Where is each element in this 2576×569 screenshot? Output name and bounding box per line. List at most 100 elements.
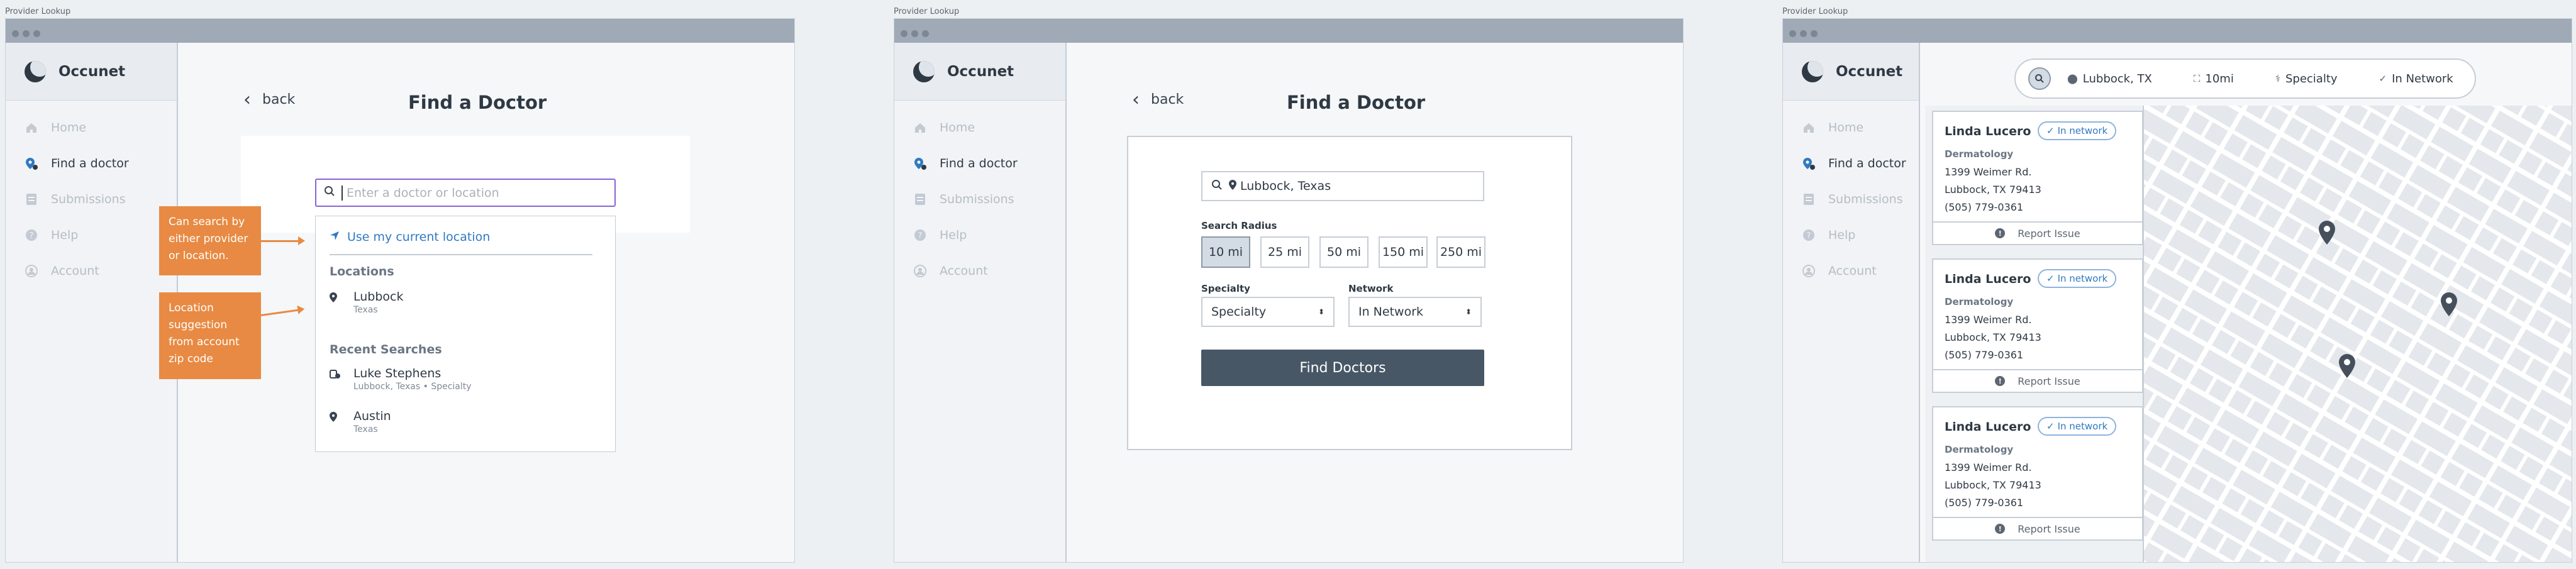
brand[interactable]: Occunet	[894, 43, 1065, 101]
use-current-location-link[interactable]: Use my current location	[330, 230, 490, 244]
annotation-note-location: Location suggestion from account zip cod…	[159, 292, 261, 379]
window-controls[interactable]	[901, 28, 933, 40]
sidebar-item-label: Account	[1828, 263, 1877, 278]
radius-option-10[interactable]: 10 mi	[1201, 236, 1250, 268]
sidebar-item-submissions[interactable]: Submissions	[6, 181, 177, 217]
filter-bar: ⬤ Lubbock, TX ⛶ 10mi ⚕ Specialty ✓ In Networ…	[2014, 58, 2476, 99]
provider-phone: (505) 779-0361	[1945, 349, 2024, 361]
brand[interactable]: Occunet	[1783, 43, 1919, 101]
sidebar-item-home[interactable]: Home	[6, 109, 177, 145]
provider-card[interactable]: Linda Lucero ✓ In network Dermatology 139…	[1932, 406, 2143, 541]
sidebar-item-submissions[interactable]: Submissions	[1783, 181, 1919, 217]
find-doctors-button[interactable]: Find Doctors	[1201, 350, 1484, 386]
sidebar-nav: Home Find a doctor Submissions ? Help Acc…	[1783, 101, 1919, 289]
map-pin-icon[interactable]	[2440, 292, 2458, 317]
provider-name: Linda Lucero	[1945, 124, 2031, 138]
network-badge-label: In network	[2057, 421, 2108, 432]
provider-address: 1399 Weimer Rd.	[1945, 461, 2032, 473]
specialty-select[interactable]: Specialty ⬍	[1201, 297, 1335, 327]
network-badge: ✓ In network	[2038, 417, 2117, 436]
sidebar-item-home[interactable]: Home	[894, 109, 1065, 145]
report-issue-button[interactable]: ! Report Issue	[1933, 221, 2142, 244]
select-arrows-icon: ⬍	[1318, 307, 1324, 316]
back-button[interactable]: ‹ back	[243, 90, 295, 109]
use-location-label: Use my current location	[347, 230, 491, 244]
provider-address: 1399 Weimer Rd.	[1945, 166, 2032, 178]
window-controls[interactable]	[12, 28, 44, 40]
pin-icon	[330, 412, 342, 424]
radius-option-25[interactable]: 25 mi	[1260, 236, 1309, 268]
filter-specialty[interactable]: ⚕ Specialty	[2275, 72, 2338, 86]
location-arrow-icon	[330, 230, 340, 244]
help-icon: ?	[1802, 228, 1816, 242]
sidebar-item-submissions[interactable]: Submissions	[894, 181, 1065, 217]
recent-search-luke-stephens[interactable]: Luke Stephens Lubbock, Texas • Specialty	[330, 367, 472, 392]
report-issue-button[interactable]: ! Report Issue	[1933, 517, 2142, 539]
annotation-arrow	[261, 236, 305, 245]
window-search-dropdown: Occunet Home Find a doctor Submissions ?…	[5, 18, 795, 563]
brand[interactable]: Occunet	[6, 43, 177, 101]
network-label: Network	[1348, 283, 1394, 294]
sidebar-item-label: Find a doctor	[1828, 156, 1906, 170]
recent-search-austin[interactable]: Austin Texas	[330, 409, 391, 434]
alert-icon: !	[1995, 228, 2006, 238]
account-icon	[913, 264, 927, 278]
provider-card[interactable]: Linda Lucero ✓ In network Dermatology 139…	[1932, 258, 2143, 393]
network-badge: ✓ In network	[2038, 269, 2117, 288]
sidebar-item-help[interactable]: ? Help	[6, 217, 177, 253]
map-pin-icon[interactable]	[2338, 353, 2357, 378]
radius-option-150[interactable]: 150 mi	[1379, 236, 1428, 268]
doctor-icon: ⚕	[2275, 73, 2280, 84]
network-select[interactable]: In Network ⬍	[1348, 297, 1482, 327]
sidebar-item-label: Home	[1828, 120, 1864, 135]
provider-city: Lubbock, TX 79413	[1945, 479, 2041, 491]
suggestion-subtitle: Lubbock, Texas • Specialty	[353, 382, 472, 392]
radius-option-250[interactable]: 250 mi	[1436, 236, 1485, 268]
sidebar-item-home[interactable]: Home	[1783, 109, 1919, 145]
brand-name: Occunet	[58, 63, 126, 80]
network-badge-label: In network	[2057, 125, 2108, 136]
filter-radius[interactable]: ⛶ 10mi	[2194, 72, 2234, 86]
suggestion-subtitle: Texas	[353, 305, 378, 315]
sidebar-item-find-doctor[interactable]: Find a doctor	[6, 145, 177, 181]
recent-searches-header: Recent Searches	[330, 343, 442, 356]
sidebar-item-label: Account	[940, 263, 988, 278]
sidebar-item-account[interactable]: Account	[1783, 253, 1919, 289]
sidebar-item-find-doctor[interactable]: Find a doctor	[1783, 145, 1919, 181]
doctor-pin-icon	[25, 157, 38, 170]
search-icon	[1211, 179, 1223, 194]
main-content: ‹ back Find a Doctor Lubbock, Texas Searc…	[1067, 43, 1683, 562]
provider-city: Lubbock, TX 79413	[1945, 331, 2041, 343]
window-controls[interactable]	[1789, 28, 1821, 40]
home-icon	[913, 121, 927, 135]
provider-name: Linda Lucero	[1945, 420, 2031, 434]
provider-phone: (505) 779-0361	[1945, 497, 2024, 509]
sidebar-item-find-doctor[interactable]: Find a doctor	[894, 145, 1065, 181]
filter-location[interactable]: ⬤ Lubbock, TX	[2067, 72, 2152, 86]
sidebar-item-label: Help	[1828, 228, 1856, 242]
radius-option-50[interactable]: 50 mi	[1319, 236, 1368, 268]
sidebar-item-help[interactable]: ? Help	[894, 217, 1065, 253]
back-button[interactable]: ‹ back	[1132, 90, 1184, 109]
window-titlebar	[894, 19, 1683, 43]
search-button[interactable]	[2028, 67, 2051, 90]
provider-card[interactable]: Linda Lucero ✓ In network Dermatology 139…	[1932, 111, 2143, 245]
sidebar-item-label: Find a doctor	[940, 156, 1018, 170]
pin-icon	[1229, 179, 1236, 193]
main-content: ‹ back Find a Doctor Enter a doctor or lo…	[178, 43, 794, 562]
report-issue-button[interactable]: ! Report Issue	[1933, 369, 2142, 392]
search-input[interactable]: Enter a doctor or location	[315, 179, 616, 207]
frame-label: Provider Lookup	[5, 7, 71, 16]
sidebar-item-account[interactable]: Account	[894, 253, 1065, 289]
specialty-value: Specialty	[1211, 305, 1267, 319]
filter-network-value: In Network	[2392, 72, 2453, 86]
filter-network[interactable]: ✓ In Network	[2379, 72, 2453, 86]
results-map[interactable]	[2144, 106, 2572, 562]
sidebar-item-help[interactable]: ? Help	[1783, 217, 1919, 253]
location-input[interactable]: Lubbock, Texas	[1201, 171, 1484, 201]
map-pin-icon[interactable]	[2318, 220, 2336, 245]
account-icon	[25, 264, 38, 278]
location-suggestion-lubbock[interactable]: Lubbock Texas	[330, 290, 404, 315]
pin-icon	[330, 292, 342, 305]
sidebar-item-account[interactable]: Account	[6, 253, 177, 289]
